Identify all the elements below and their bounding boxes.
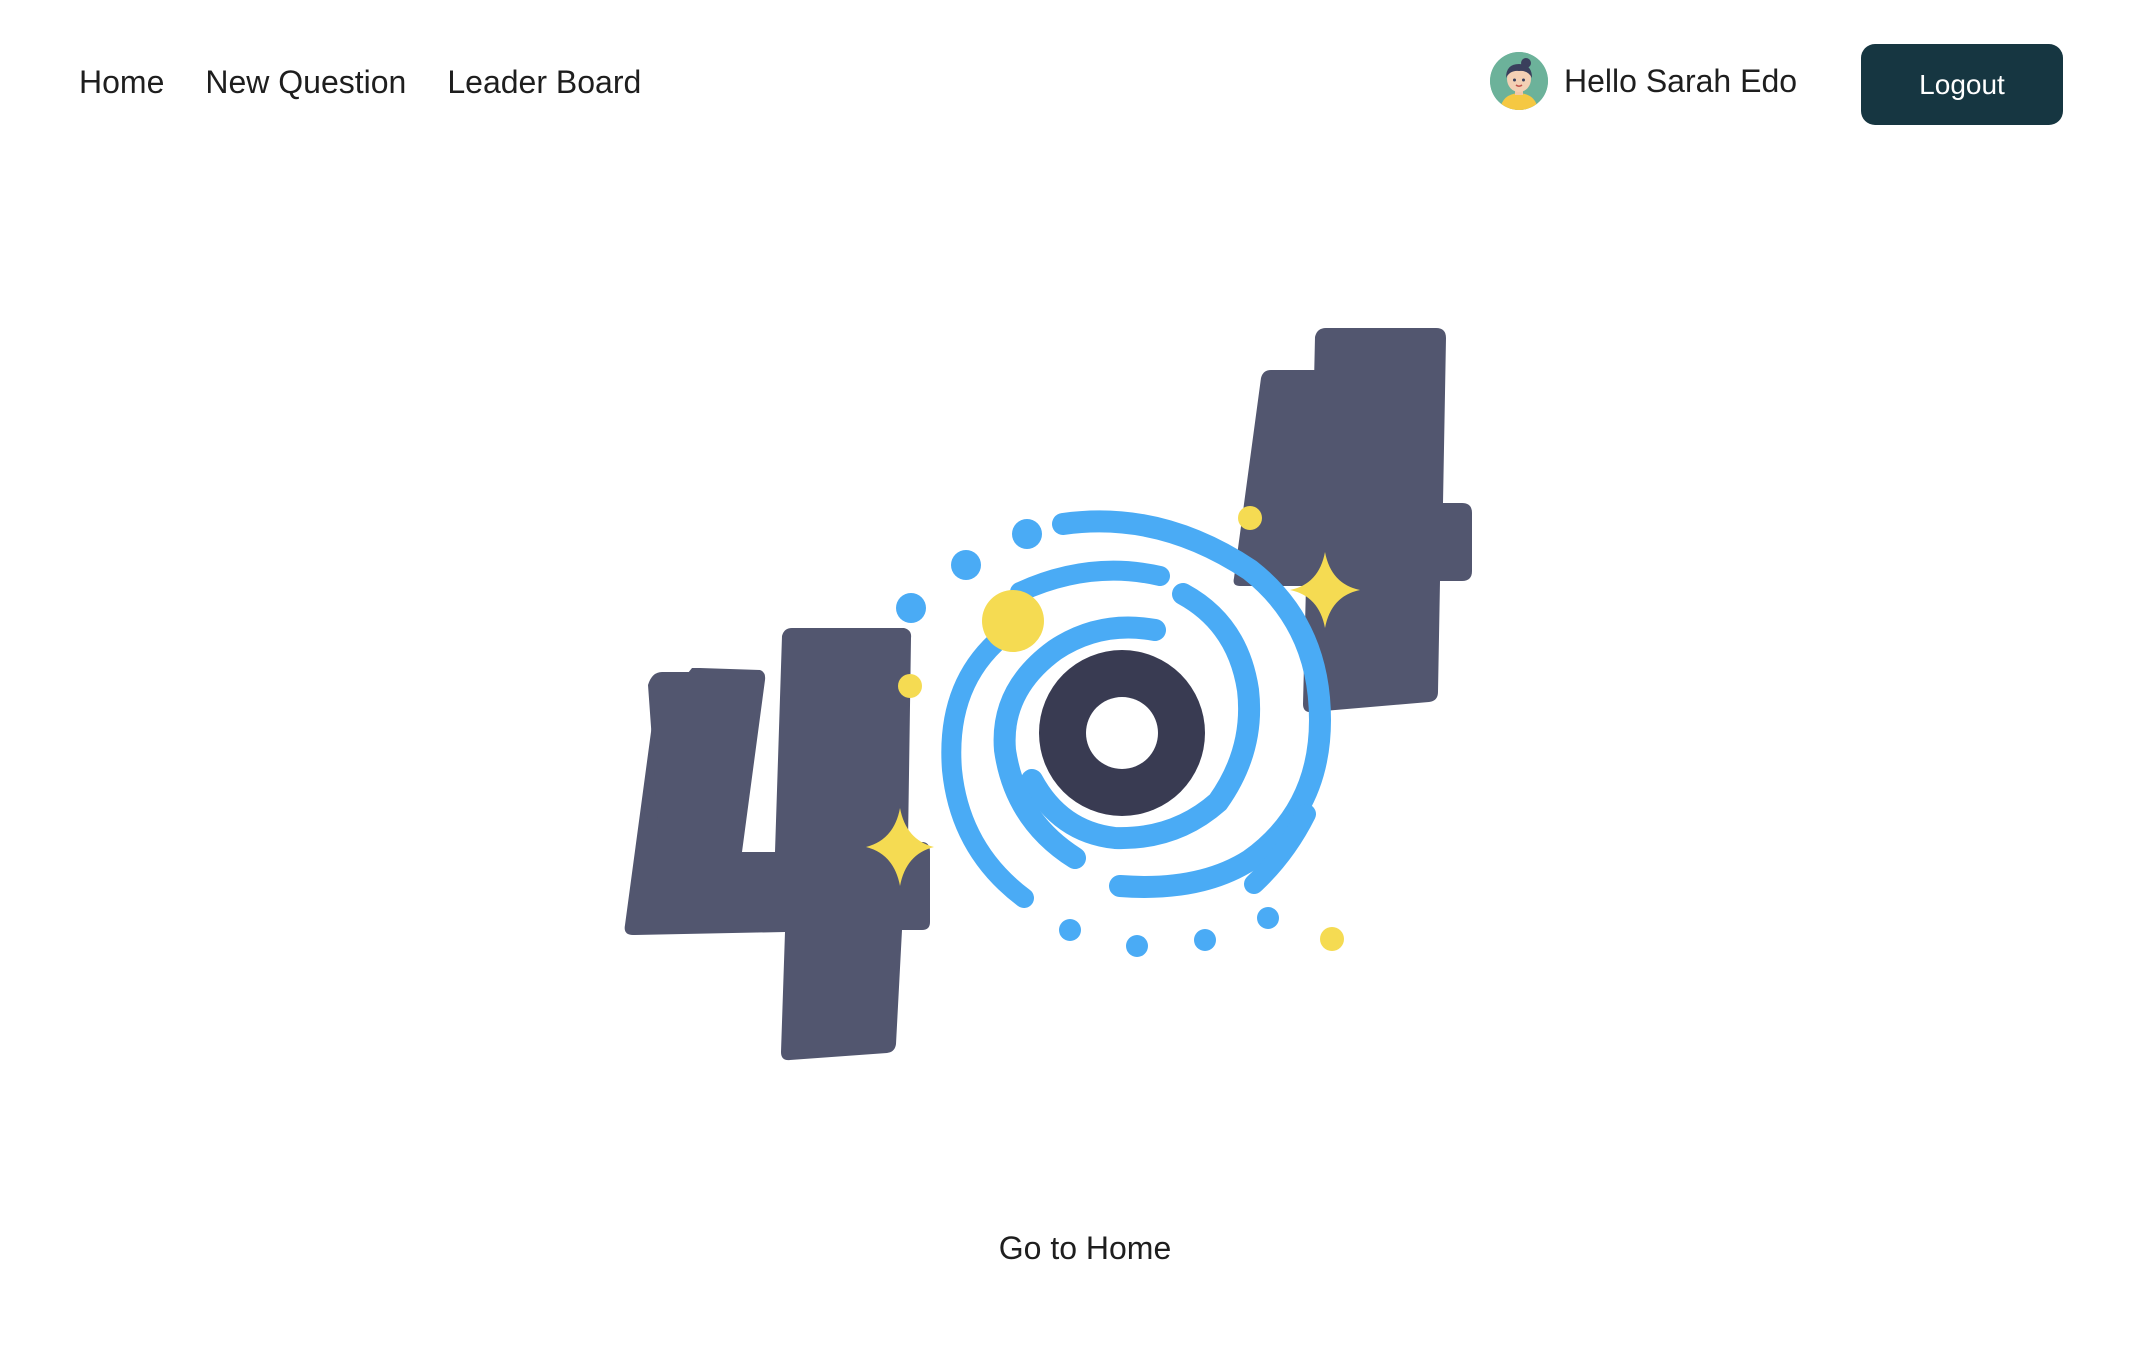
digit-four-right — [1233, 328, 1472, 713]
404-illustration — [600, 280, 1580, 1080]
nav-link-home[interactable]: Home — [79, 60, 164, 104]
nav-link-new-question[interactable]: New Question — [205, 60, 406, 104]
top-navigation-bar: Home New Question Leader Board Hello Sar… — [0, 0, 2144, 160]
logout-button[interactable]: Logout — [1861, 44, 2063, 125]
main-nav: Home New Question Leader Board — [79, 60, 641, 104]
user-greeting: Hello Sarah Edo — [1564, 63, 1798, 99]
go-to-home-link[interactable]: Go to Home — [0, 1226, 2144, 1270]
black-hole-core — [1039, 650, 1205, 816]
nav-link-leader-board[interactable]: Leader Board — [447, 60, 641, 104]
user-info: Hello Sarah Edo — [1490, 52, 1797, 110]
user-avatar-icon — [1490, 52, 1548, 110]
